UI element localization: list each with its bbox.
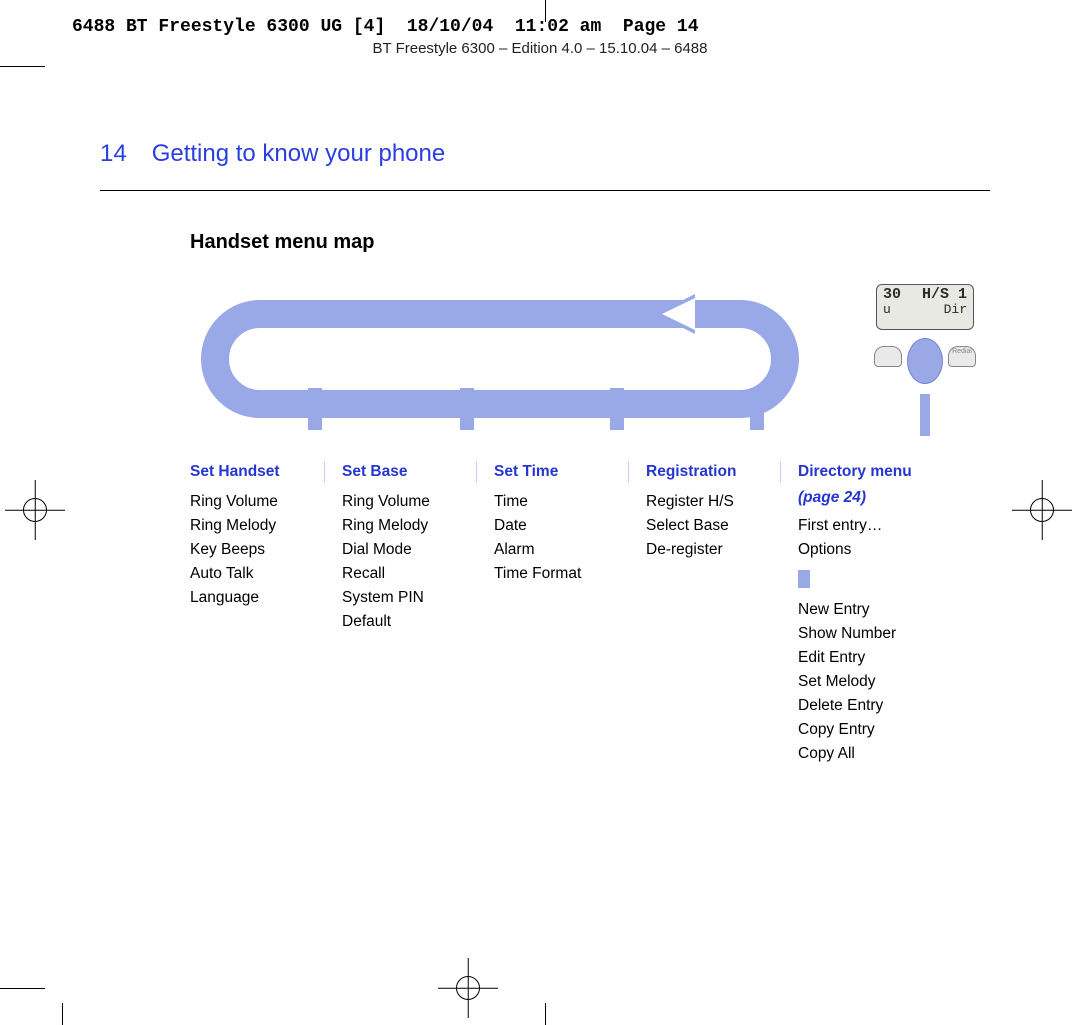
menu-item: De-register [646,538,788,562]
col-title: Set Time [494,460,636,484]
lcd-row2-left: u [883,303,891,317]
menu-item: Default [342,610,484,634]
lcd-row2-right: Dir [944,303,967,317]
section-title: Getting to know your phone [152,140,446,168]
handset-softkey-left [874,346,902,367]
handset-lcd: 30 H/S 1 u Dir [876,284,974,330]
handset-illustration: 30 H/S 1 u Dir Redial [870,284,980,394]
menu-item: Select Base [646,514,788,538]
col-registration: Registration Register H/S Select Base De… [646,460,798,766]
page-content: 14 Getting to know your phone Handset me… [100,140,990,766]
col-title: Registration [646,460,788,484]
crop-tick [0,988,45,989]
menu-item: Edit Entry [798,646,980,670]
menu-item: Set Melody [798,670,980,694]
menu-item: Options [798,538,980,562]
registration-mark-right [1012,480,1072,540]
menu-item: Key Beeps [190,538,332,562]
handset-softkey-right: Redial [948,346,976,367]
running-head: BT Freestyle 6300 – Edition 4.0 – 15.10.… [0,40,1080,57]
menu-item: First entry… [798,514,980,538]
menu-columns: Set Handset Ring Volume Ring Melody Key … [190,460,990,766]
proof-slug-line: 6488 BT Freestyle 6300 UG [4] 18/10/04 1… [72,17,699,37]
subsection-heading: Handset menu map [190,231,990,254]
menu-item: Time Format [494,562,636,586]
menu-item: Alarm [494,538,636,562]
col-set-time: Set Time Time Date Alarm Time Format [494,460,646,766]
crop-tick [545,1003,546,1025]
menu-item: Language [190,586,332,610]
menu-item: Copy All [798,742,980,766]
menu-item: Register H/S [646,490,788,514]
page-number: 14 [100,140,127,168]
menu-item: Ring Volume [342,490,484,514]
directory-page-ref: (page 24) [798,486,980,510]
menu-item: Time [494,490,636,514]
col-set-base: Set Base Ring Volume Ring Melody Dial Mo… [342,460,494,766]
menu-item: Ring Melody [342,514,484,538]
menu-item: Ring Melody [190,514,332,538]
col-title: Directory menu [798,460,980,484]
menu-item: System PIN [342,586,484,610]
handset-drop-stem [920,394,930,436]
menu-item: New Entry [798,598,980,622]
menu-item: Dial Mode [342,538,484,562]
crop-tick [62,1003,63,1025]
col-title: Set Handset [190,460,332,484]
menu-item: Delete Entry [798,694,980,718]
col-title: Set Base [342,460,484,484]
menu-item: Copy Entry [798,718,980,742]
registration-mark-left [5,480,65,540]
menu-nav-ribbon-diagram: 30 H/S 1 u Dir Redial [190,284,980,434]
directory-submenu-connector-icon [798,570,810,588]
registration-mark-bottom [438,958,498,1018]
menu-item: Recall [342,562,484,586]
menu-item: Auto Talk [190,562,332,586]
col-set-handset: Set Handset Ring Volume Ring Melody Key … [190,460,342,766]
menu-item: Show Number [798,622,980,646]
col-directory: Directory menu (page 24) First entry… Op… [798,460,990,766]
crop-tick [0,66,45,67]
menu-item: Ring Volume [190,490,332,514]
menu-item: Date [494,514,636,538]
handset-nav-pad-icon [907,338,943,384]
